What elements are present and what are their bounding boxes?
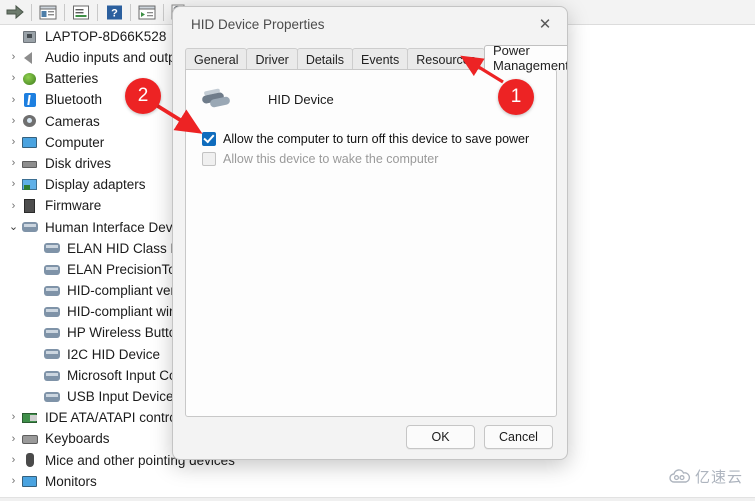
chevron-right-icon[interactable]: › bbox=[6, 94, 21, 106]
chevron-down-icon[interactable]: ⌄ bbox=[6, 221, 21, 233]
tree-node-label: Disk drives bbox=[45, 155, 112, 171]
chevron-right-icon[interactable]: › bbox=[6, 179, 21, 190]
help-icon[interactable]: ? bbox=[101, 1, 127, 23]
close-icon[interactable]: ✕ bbox=[523, 7, 567, 41]
allow-wake-checkbox bbox=[202, 152, 216, 166]
chevron-right-icon[interactable]: › bbox=[6, 52, 21, 63]
dialog-titlebar: HID Device Properties ✕ bbox=[173, 7, 567, 41]
computer-root-icon bbox=[21, 29, 40, 45]
properties-icon[interactable] bbox=[35, 1, 61, 23]
forward-arrow-icon[interactable] bbox=[2, 1, 28, 23]
toolbar-separator bbox=[163, 3, 164, 21]
ide-controller-icon bbox=[21, 410, 40, 426]
power-management-pane: HID Device Allow the computer to turn of… bbox=[185, 69, 557, 417]
dialog-title: HID Device Properties bbox=[191, 16, 325, 32]
toolbar-separator bbox=[130, 3, 131, 21]
bluetooth-icon bbox=[21, 92, 40, 108]
watermark-text: 亿速云 bbox=[694, 469, 743, 486]
device-name-label: HID Device bbox=[268, 91, 334, 107]
update-driver-icon[interactable] bbox=[68, 1, 94, 23]
hid-icon bbox=[43, 346, 62, 362]
camera-icon bbox=[21, 113, 40, 129]
chevron-right-icon[interactable]: › bbox=[6, 158, 21, 169]
display-adapter-icon bbox=[21, 177, 40, 193]
tree-node-label: Keyboards bbox=[45, 431, 110, 447]
tab-events[interactable]: Events bbox=[352, 48, 409, 70]
tab-driver[interactable]: Driver bbox=[246, 48, 298, 70]
tree-root-label: LAPTOP-8D66K528 bbox=[45, 28, 167, 44]
dialog-button-bar: OK Cancel bbox=[406, 425, 553, 449]
tab-details[interactable]: Details bbox=[296, 48, 354, 70]
dialog-tab-strip: General Driver Details Events Resources Power… bbox=[185, 43, 567, 73]
toolbar-separator bbox=[64, 3, 65, 21]
chevron-right-icon[interactable]: › bbox=[6, 433, 21, 445]
tree-node-label: Monitors bbox=[45, 473, 97, 489]
hid-icon bbox=[21, 219, 40, 235]
device-header-row: HID Device bbox=[200, 86, 334, 112]
allow-turn-off-checkbox[interactable] bbox=[202, 132, 216, 146]
computer-icon bbox=[21, 135, 40, 151]
keyboard-icon bbox=[21, 431, 40, 447]
monitor-icon bbox=[21, 474, 40, 490]
cancel-button[interactable]: Cancel bbox=[484, 425, 553, 449]
chevron-right-icon[interactable]: › bbox=[6, 476, 21, 487]
tree-node-label: USB Input Device bbox=[67, 389, 174, 405]
tree-node-label: Computer bbox=[45, 134, 105, 150]
annotation-marker-1: 1 bbox=[498, 79, 534, 115]
hid-device-icon bbox=[200, 86, 236, 112]
tree-node-label: Firmware bbox=[45, 198, 102, 214]
tab-general[interactable]: General bbox=[185, 48, 248, 70]
hid-icon bbox=[43, 368, 62, 384]
hid-icon bbox=[43, 389, 62, 405]
disk-drive-icon bbox=[21, 156, 40, 172]
screen: ? LAPTOP-8D66K528 › Audio inputs and out… bbox=[0, 0, 755, 501]
hid-icon bbox=[43, 304, 62, 320]
firmware-icon bbox=[21, 198, 40, 214]
scan-hardware-icon[interactable] bbox=[134, 1, 160, 23]
chevron-right-icon[interactable]: › bbox=[6, 454, 21, 466]
tree-node[interactable]: › Monitors bbox=[0, 471, 755, 492]
hid-icon bbox=[43, 325, 62, 341]
tree-node-label: Batteries bbox=[45, 71, 99, 87]
chevron-right-icon[interactable]: › bbox=[6, 115, 21, 127]
tree-node-label: I2C HID Device bbox=[67, 346, 161, 362]
battery-icon bbox=[21, 71, 40, 87]
hid-icon bbox=[43, 240, 62, 256]
ok-button[interactable]: OK bbox=[406, 425, 475, 449]
allow-wake-label: Allow this device to wake the computer bbox=[223, 152, 439, 166]
hid-device-properties-dialog: HID Device Properties ✕ General Driver Det… bbox=[172, 6, 568, 460]
chevron-right-icon[interactable]: › bbox=[6, 200, 21, 212]
allow-turn-off-label: Allow the computer to turn off this devi… bbox=[223, 132, 530, 146]
cloud-logo-icon bbox=[669, 468, 691, 483]
watermark: 亿速云 bbox=[669, 466, 743, 487]
annotation-marker-2: 2 bbox=[125, 78, 161, 114]
tab-resources[interactable]: Resources bbox=[407, 48, 486, 70]
tree-node-label: Bluetooth bbox=[45, 92, 103, 108]
hid-icon bbox=[43, 262, 62, 278]
toolbar-separator bbox=[97, 3, 98, 21]
tab-power-management[interactable]: Power Management bbox=[484, 43, 567, 73]
window-bottom-strip bbox=[0, 497, 755, 501]
toolbar-separator bbox=[31, 3, 32, 21]
allow-turn-off-checkbox-row[interactable]: Allow the computer to turn off this devi… bbox=[202, 132, 529, 146]
chevron-right-icon[interactable]: › bbox=[6, 412, 21, 423]
allow-wake-checkbox-row: Allow this device to wake the computer bbox=[202, 152, 438, 166]
tree-node-label: Display adapters bbox=[45, 177, 146, 193]
hid-icon bbox=[43, 283, 62, 299]
tree-node-label: Cameras bbox=[45, 113, 100, 129]
speaker-icon bbox=[21, 50, 40, 66]
svg-text:?: ? bbox=[111, 7, 118, 19]
mouse-icon bbox=[21, 452, 40, 468]
chevron-right-icon[interactable]: › bbox=[6, 137, 21, 148]
chevron-right-icon[interactable]: › bbox=[6, 73, 21, 84]
